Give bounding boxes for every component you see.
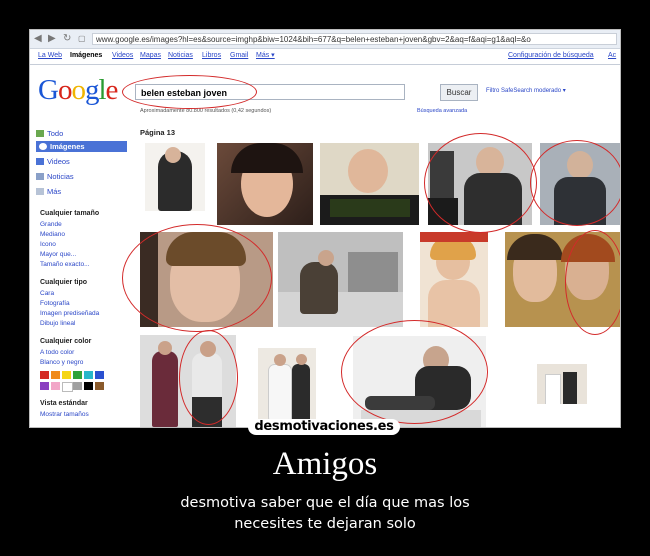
color-swatch[interactable] [40,371,49,379]
google-top-nav: La Web Imágenes Videos Mapas Noticias Li… [30,49,620,63]
type-option-face[interactable]: Cara [40,290,54,297]
type-option-photo[interactable]: Fotografía [40,300,70,307]
address-bar[interactable]: www.google.es/images?hl=es&source=imghp&… [92,33,617,45]
show-sizes-link[interactable]: Mostrar tamaños [40,411,89,418]
circle-annotation [341,320,488,424]
images-icon [39,143,47,150]
circle-annotation [424,133,537,233]
sidebar-item-news[interactable]: Noticias [36,171,74,182]
color-swatch[interactable] [95,382,104,390]
size-option-larger-than[interactable]: Mayor que... [40,251,76,258]
poster-subtitle: desmotiva saber que el día que mas los n… [0,493,650,535]
safesearch-filter[interactable]: Filtro SafeSearch moderado ▾ [486,87,566,94]
subtitle-line: desmotiva saber que el día que mas los [180,495,470,511]
circle-annotation [122,224,272,332]
size-option-large[interactable]: Grande [40,221,62,228]
size-filter-heading: Cualquier tamaño [40,210,100,217]
circle-annotation [530,140,620,226]
sidebar-item-videos[interactable]: Videos [36,156,70,167]
nav-videos[interactable]: Videos [112,49,133,63]
color-option-full[interactable]: A todo color [40,349,74,356]
nav-images[interactable]: Imágenes [70,49,102,63]
results-count: Aproximadamente 80.800 resultados (0,42 … [140,108,272,114]
query-circle-annotation [122,75,257,109]
all-icon [36,130,44,137]
size-option-medium[interactable]: Mediano [40,231,65,238]
signin-link[interactable]: Ac [608,49,616,63]
size-option-icon[interactable]: Icono [40,241,56,248]
image-thumbnail[interactable] [145,143,205,211]
divider [30,64,620,65]
color-filter-heading: Cualquier color [40,338,92,345]
color-swatch[interactable] [40,382,49,390]
color-swatch[interactable] [51,371,60,379]
news-icon [36,173,44,180]
screenshot-frame: ◀ ▶ ↻ ▢ www.google.es/images?hl=es&sourc… [29,29,621,428]
color-swatch[interactable] [62,371,71,379]
image-thumbnail[interactable] [537,364,587,404]
sidebar-item-images[interactable]: Imágenes [36,141,127,152]
search-settings-link[interactable]: Configuración de búsqueda [508,49,594,63]
image-thumbnail[interactable] [217,143,313,225]
nav-gmail[interactable]: Gmail [230,49,248,63]
view-heading: Vista estándar [40,400,88,407]
google-logo[interactable]: Google [38,74,118,107]
image-thumbnail[interactable] [278,232,403,327]
browser-toolbar: ◀ ▶ ↻ ▢ www.google.es/images?hl=es&sourc… [30,30,620,49]
image-thumbnail[interactable] [258,348,316,427]
nav-web[interactable]: La Web [38,49,62,63]
poster-title: Amigos [272,446,378,482]
image-thumbnail[interactable] [320,143,419,225]
forward-icon[interactable]: ▶ [48,33,56,45]
page-label: Página 13 [140,128,176,137]
color-option-bw[interactable]: Blanco y negro [40,359,83,366]
back-icon[interactable]: ◀ [34,33,42,45]
search-button[interactable]: Buscar [440,84,478,101]
circle-annotation [179,330,238,425]
size-option-exact[interactable]: Tamaño exacto... [40,261,90,268]
type-filter-heading: Cualquier tipo [40,279,88,286]
color-swatch[interactable] [51,382,60,390]
color-swatch[interactable] [73,382,82,390]
color-swatch[interactable] [84,382,93,390]
color-swatch[interactable] [95,371,104,379]
chevron-down-icon [36,188,44,195]
sidebar-item-more[interactable]: Más [36,186,61,197]
image-thumbnail[interactable] [420,232,488,327]
color-swatch[interactable] [62,382,73,392]
color-swatch[interactable] [73,371,82,379]
type-option-clipart[interactable]: Imagen prediseñada [40,310,99,317]
page-icon: ▢ [78,34,86,43]
nav-more[interactable]: Más ▾ [256,49,275,63]
sidebar-item-all[interactable]: Todo [36,128,63,139]
nav-news[interactable]: Noticias [168,49,193,63]
advanced-search-link[interactable]: Búsqueda avanzada [417,108,467,114]
watermark-logo: desmotivaciones.es [248,419,400,435]
nav-books[interactable]: Libros [202,49,221,63]
type-option-lineart[interactable]: Dibujo lineal [40,320,75,327]
reload-icon[interactable]: ↻ [63,33,71,45]
color-swatch[interactable] [84,371,93,379]
circle-annotation [565,230,620,335]
video-icon [36,158,44,165]
nav-maps[interactable]: Mapas [140,49,161,63]
subtitle-line: necesites te dejaran solo [234,516,416,532]
